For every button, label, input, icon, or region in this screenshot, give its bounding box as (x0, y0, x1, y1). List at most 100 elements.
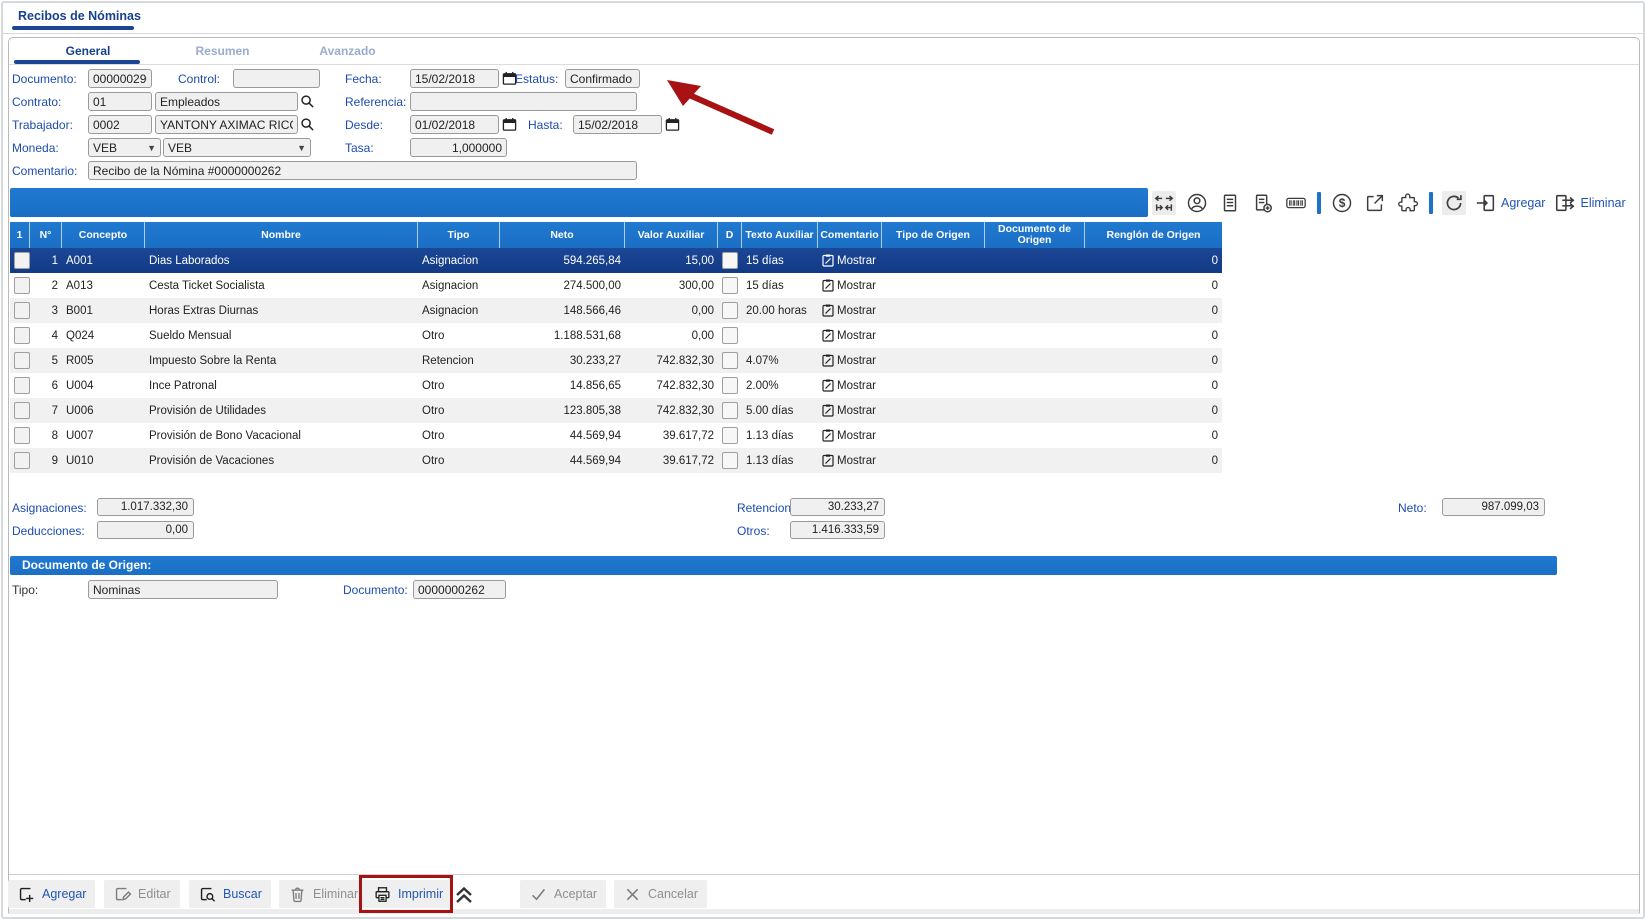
estatus-input[interactable] (565, 69, 640, 88)
d-checkbox[interactable] (722, 352, 738, 369)
cell-renglon-origen: 0 (1085, 455, 1222, 467)
document-add-icon[interactable] (1251, 191, 1275, 215)
col-header-nombre[interactable]: Nombre (145, 222, 418, 248)
imprimir-button[interactable]: Imprimir (364, 880, 452, 908)
col-header-numero[interactable]: N° (30, 222, 62, 248)
row-select-button[interactable] (14, 377, 30, 394)
tab-avanzado[interactable]: Avanzado (285, 41, 410, 61)
mostrar-comment-button[interactable]: Mostrar (818, 429, 882, 442)
row-select-button[interactable] (14, 402, 30, 419)
col-header-documento-origen[interactable]: Documento de Origen (985, 222, 1085, 248)
contrato-search-icon[interactable] (300, 94, 315, 109)
d-checkbox[interactable] (722, 302, 738, 319)
d-checkbox[interactable] (722, 402, 738, 419)
module-tab-recibos-de-nominas[interactable]: Recibos de Nóminas (18, 9, 141, 23)
table-row[interactable]: 4 Q024 Sueldo Mensual Otro 1.188.531,68 … (10, 323, 1222, 348)
d-checkbox[interactable] (722, 252, 738, 269)
tasa-input[interactable] (410, 138, 507, 157)
control-input[interactable] (233, 69, 320, 88)
trabajador-name-input[interactable] (155, 115, 298, 134)
row-select-button[interactable] (14, 352, 30, 369)
table-row[interactable]: 9 U010 Provisión de Vacaciones Otro 44.5… (10, 448, 1222, 473)
origen-documento-input[interactable] (413, 580, 506, 599)
row-select-button[interactable] (14, 252, 30, 269)
table-row[interactable]: 6 U004 Ince Patronal Otro 14.856,65 742.… (10, 373, 1222, 398)
tab-resumen[interactable]: Resumen (160, 41, 285, 61)
mostrar-comment-button[interactable]: Mostrar (818, 304, 882, 317)
contrato-code-input[interactable] (88, 92, 152, 111)
col-header-d[interactable]: D (718, 222, 742, 248)
col-header-texto-auxiliar[interactable]: Texto Auxiliar (742, 222, 818, 248)
desde-input[interactable] (410, 115, 499, 134)
desde-calendar-icon[interactable] (502, 117, 517, 132)
col-header-select[interactable]: 1 (10, 222, 30, 248)
d-checkbox[interactable] (722, 277, 738, 294)
col-header-tipo[interactable]: Tipo (418, 222, 500, 248)
mostrar-comment-button[interactable]: Mostrar (818, 354, 882, 367)
table-row[interactable]: 2 A013 Cesta Ticket Socialista Asignacio… (10, 273, 1222, 298)
otros-input[interactable] (790, 521, 885, 539)
document-icon[interactable] (1218, 191, 1242, 215)
agregar-button[interactable]: Agregar (8, 880, 95, 908)
mostrar-comment-button[interactable]: Mostrar (818, 279, 882, 292)
resize-arrows-icon[interactable] (1152, 191, 1176, 215)
documento-input[interactable] (88, 69, 152, 88)
origen-tipo-input[interactable] (88, 580, 278, 599)
referencia-input[interactable] (410, 92, 637, 111)
eliminar-button[interactable]: Eliminar (279, 880, 367, 908)
d-checkbox[interactable] (722, 427, 738, 444)
horizontal-scrollbar-track[interactable] (9, 909, 1639, 914)
puzzle-icon[interactable] (1396, 191, 1420, 215)
col-header-valor-auxiliar[interactable]: Valor Auxiliar (625, 222, 718, 248)
table-row[interactable]: 5 R005 Impuesto Sobre la Renta Retencion… (10, 348, 1222, 373)
table-row[interactable]: 3 B001 Horas Extras Diurnas Asignacion 1… (10, 298, 1222, 323)
row-select-button[interactable] (14, 427, 30, 444)
hasta-calendar-icon[interactable] (665, 117, 680, 132)
table-row[interactable]: 7 U006 Provisión de Utilidades Otro 123.… (10, 398, 1222, 423)
table-row[interactable]: 1 A001 Dias Laborados Asignacion 594.265… (10, 248, 1222, 273)
col-header-comentario[interactable]: Comentario (818, 222, 882, 248)
row-select-button[interactable] (14, 302, 30, 319)
asignaciones-input[interactable] (97, 498, 194, 516)
col-header-tipo-de-origen[interactable]: Tipo de Origen (882, 222, 985, 248)
editar-button[interactable]: Editar (104, 880, 180, 908)
collapse-icon[interactable] (452, 882, 476, 906)
contrato-name-input[interactable] (155, 92, 298, 111)
grid-delete-row-button[interactable]: Eliminar (1554, 192, 1625, 214)
col-header-neto[interactable]: Neto (500, 222, 625, 248)
user-icon[interactable] (1185, 191, 1209, 215)
col-header-renglon-origen[interactable]: Renglón de Origen (1085, 222, 1222, 248)
hasta-input[interactable] (573, 115, 662, 134)
d-checkbox[interactable] (722, 327, 738, 344)
mostrar-comment-button[interactable]: Mostrar (818, 454, 882, 467)
row-select-button[interactable] (14, 452, 30, 469)
mostrar-comment-button[interactable]: Mostrar (818, 404, 882, 417)
external-link-icon[interactable] (1363, 191, 1387, 215)
moneda-select-1[interactable]: VEB▼ (88, 138, 161, 157)
grid-add-row-button[interactable]: Agregar (1475, 192, 1545, 214)
barcode-icon[interactable] (1284, 191, 1308, 215)
refresh-icon[interactable] (1442, 191, 1466, 215)
cancelar-button[interactable]: Cancelar (614, 880, 707, 908)
currency-icon[interactable]: $ (1330, 191, 1354, 215)
fecha-input[interactable] (410, 69, 499, 88)
deducciones-input[interactable] (97, 521, 194, 539)
row-select-button[interactable] (14, 327, 30, 344)
moneda-select-2[interactable]: VEB▼ (163, 138, 311, 157)
comentario-input[interactable] (88, 161, 637, 180)
trabajador-search-icon[interactable] (300, 117, 315, 132)
trabajador-code-input[interactable] (88, 115, 152, 134)
mostrar-comment-button[interactable]: Mostrar (818, 254, 882, 267)
mostrar-comment-button[interactable]: Mostrar (818, 379, 882, 392)
retenciones-input[interactable] (790, 498, 885, 516)
neto-input[interactable] (1442, 498, 1545, 516)
row-select-button[interactable] (14, 277, 30, 294)
mostrar-comment-button[interactable]: Mostrar (818, 329, 882, 342)
table-row[interactable]: 8 U007 Provisión de Bono Vacacional Otro… (10, 423, 1222, 448)
tab-general[interactable]: General (28, 41, 148, 61)
d-checkbox[interactable] (722, 377, 738, 394)
buscar-button[interactable]: Buscar (189, 880, 271, 908)
d-checkbox[interactable] (722, 452, 738, 469)
col-header-concepto[interactable]: Concepto (62, 222, 145, 248)
aceptar-button[interactable]: Aceptar (520, 880, 606, 908)
